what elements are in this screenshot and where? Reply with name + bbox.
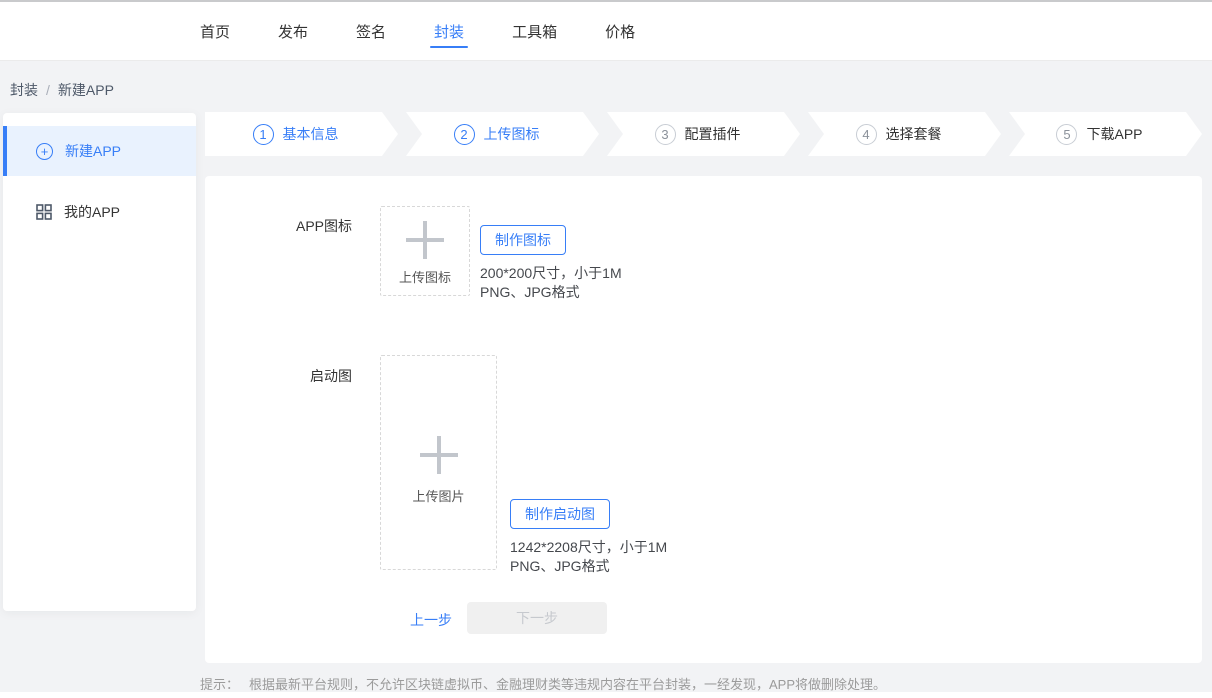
nav-item-package[interactable]: 封装 — [434, 2, 464, 60]
breadcrumb-current: 新建APP — [58, 80, 114, 100]
main-nav: 首页 发布 签名 封装 工具箱 价格 — [200, 2, 635, 60]
step-number-badge: 3 — [655, 124, 676, 145]
page: 首页 发布 签名 封装 工具箱 价格 封装 / 新建APP + 新建APP 我的… — [0, 0, 1212, 698]
step-download-app[interactable]: 5 下载APP — [1009, 112, 1202, 156]
step-number-badge: 2 — [454, 124, 475, 145]
sidebar-item-label: 我的APP — [64, 202, 120, 222]
step-label: 下载APP — [1086, 124, 1142, 144]
splash-upload-box[interactable]: 上传图片 — [380, 355, 497, 570]
sidebar-item-new-app[interactable]: + 新建APP — [3, 126, 196, 176]
footer-tip: 提示： 根据最新平台规则，不允许区块链虚拟币、金融理财类等违规内容在平台封装，一经… — [200, 674, 886, 693]
step-number-badge: 1 — [253, 124, 274, 145]
top-nav-bar: 首页 发布 签名 封装 工具箱 价格 — [0, 0, 1212, 61]
bottom-strip — [0, 692, 1212, 698]
step-configure-plugins[interactable]: 3 配置插件 — [607, 112, 800, 156]
breadcrumb: 封装 / 新建APP — [10, 80, 114, 100]
make-icon-button[interactable]: 制作图标 — [480, 225, 566, 255]
plus-icon — [420, 436, 458, 474]
splash-label: 启动图 — [205, 366, 352, 386]
tip-prefix: 提示： — [200, 677, 239, 692]
step-number-badge: 5 — [1056, 124, 1077, 145]
upload-icon-text: 上传图标 — [399, 267, 451, 286]
splash-size-hint: 1242*2208尺寸，小于1M — [510, 537, 667, 557]
step-number-badge: 4 — [856, 124, 877, 145]
icon-size-hint: 200*200尺寸，小于1M — [480, 263, 622, 283]
sidebar: + 新建APP 我的APP — [3, 113, 196, 611]
sidebar-item-label: 新建APP — [65, 141, 121, 161]
nav-item-sign[interactable]: 签名 — [356, 2, 386, 60]
breadcrumb-separator: / — [46, 82, 50, 98]
upload-splash-text: 上传图片 — [381, 486, 496, 505]
plus-circle-icon: + — [36, 143, 53, 160]
nav-item-home[interactable]: 首页 — [200, 2, 230, 60]
step-label: 配置插件 — [685, 124, 741, 144]
make-splash-button[interactable]: 制作启动图 — [510, 499, 610, 529]
sidebar-item-my-app[interactable]: 我的APP — [3, 187, 196, 237]
icon-format-hint: PNG、JPG格式 — [480, 282, 580, 302]
tip-text: 根据最新平台规则，不允许区块链虚拟币、金融理财类等违规内容在平台封装，一经发现，… — [249, 677, 886, 692]
step-upload-icon[interactable]: 2 上传图标 — [406, 112, 599, 156]
step-select-plan[interactable]: 4 选择套餐 — [808, 112, 1001, 156]
nav-item-price[interactable]: 价格 — [605, 2, 635, 60]
steps-bar: 1 基本信息 2 上传图标 3 配置插件 4 选择套餐 5 下载APP — [205, 112, 1202, 156]
nav-item-publish[interactable]: 发布 — [278, 2, 308, 60]
previous-step-link[interactable]: 上一步 — [410, 610, 452, 630]
splash-format-hint: PNG、JPG格式 — [510, 556, 610, 576]
plus-icon — [406, 221, 444, 259]
app-icon-upload-box[interactable]: 上传图标 — [380, 206, 470, 296]
main-panel: APP图标 上传图标 制作图标 200*200尺寸，小于1M PNG、JPG格式… — [205, 176, 1202, 663]
step-label: 选择套餐 — [886, 124, 942, 144]
next-step-button[interactable]: 下一步 — [467, 602, 607, 634]
step-label: 基本信息 — [283, 124, 339, 144]
nav-item-toolbox[interactable]: 工具箱 — [512, 2, 557, 60]
app-icon-label: APP图标 — [205, 216, 352, 236]
step-label: 上传图标 — [484, 124, 540, 144]
grid-icon — [36, 204, 52, 220]
step-basic-info[interactable]: 1 基本信息 — [205, 112, 398, 156]
breadcrumb-section[interactable]: 封装 — [10, 80, 38, 100]
